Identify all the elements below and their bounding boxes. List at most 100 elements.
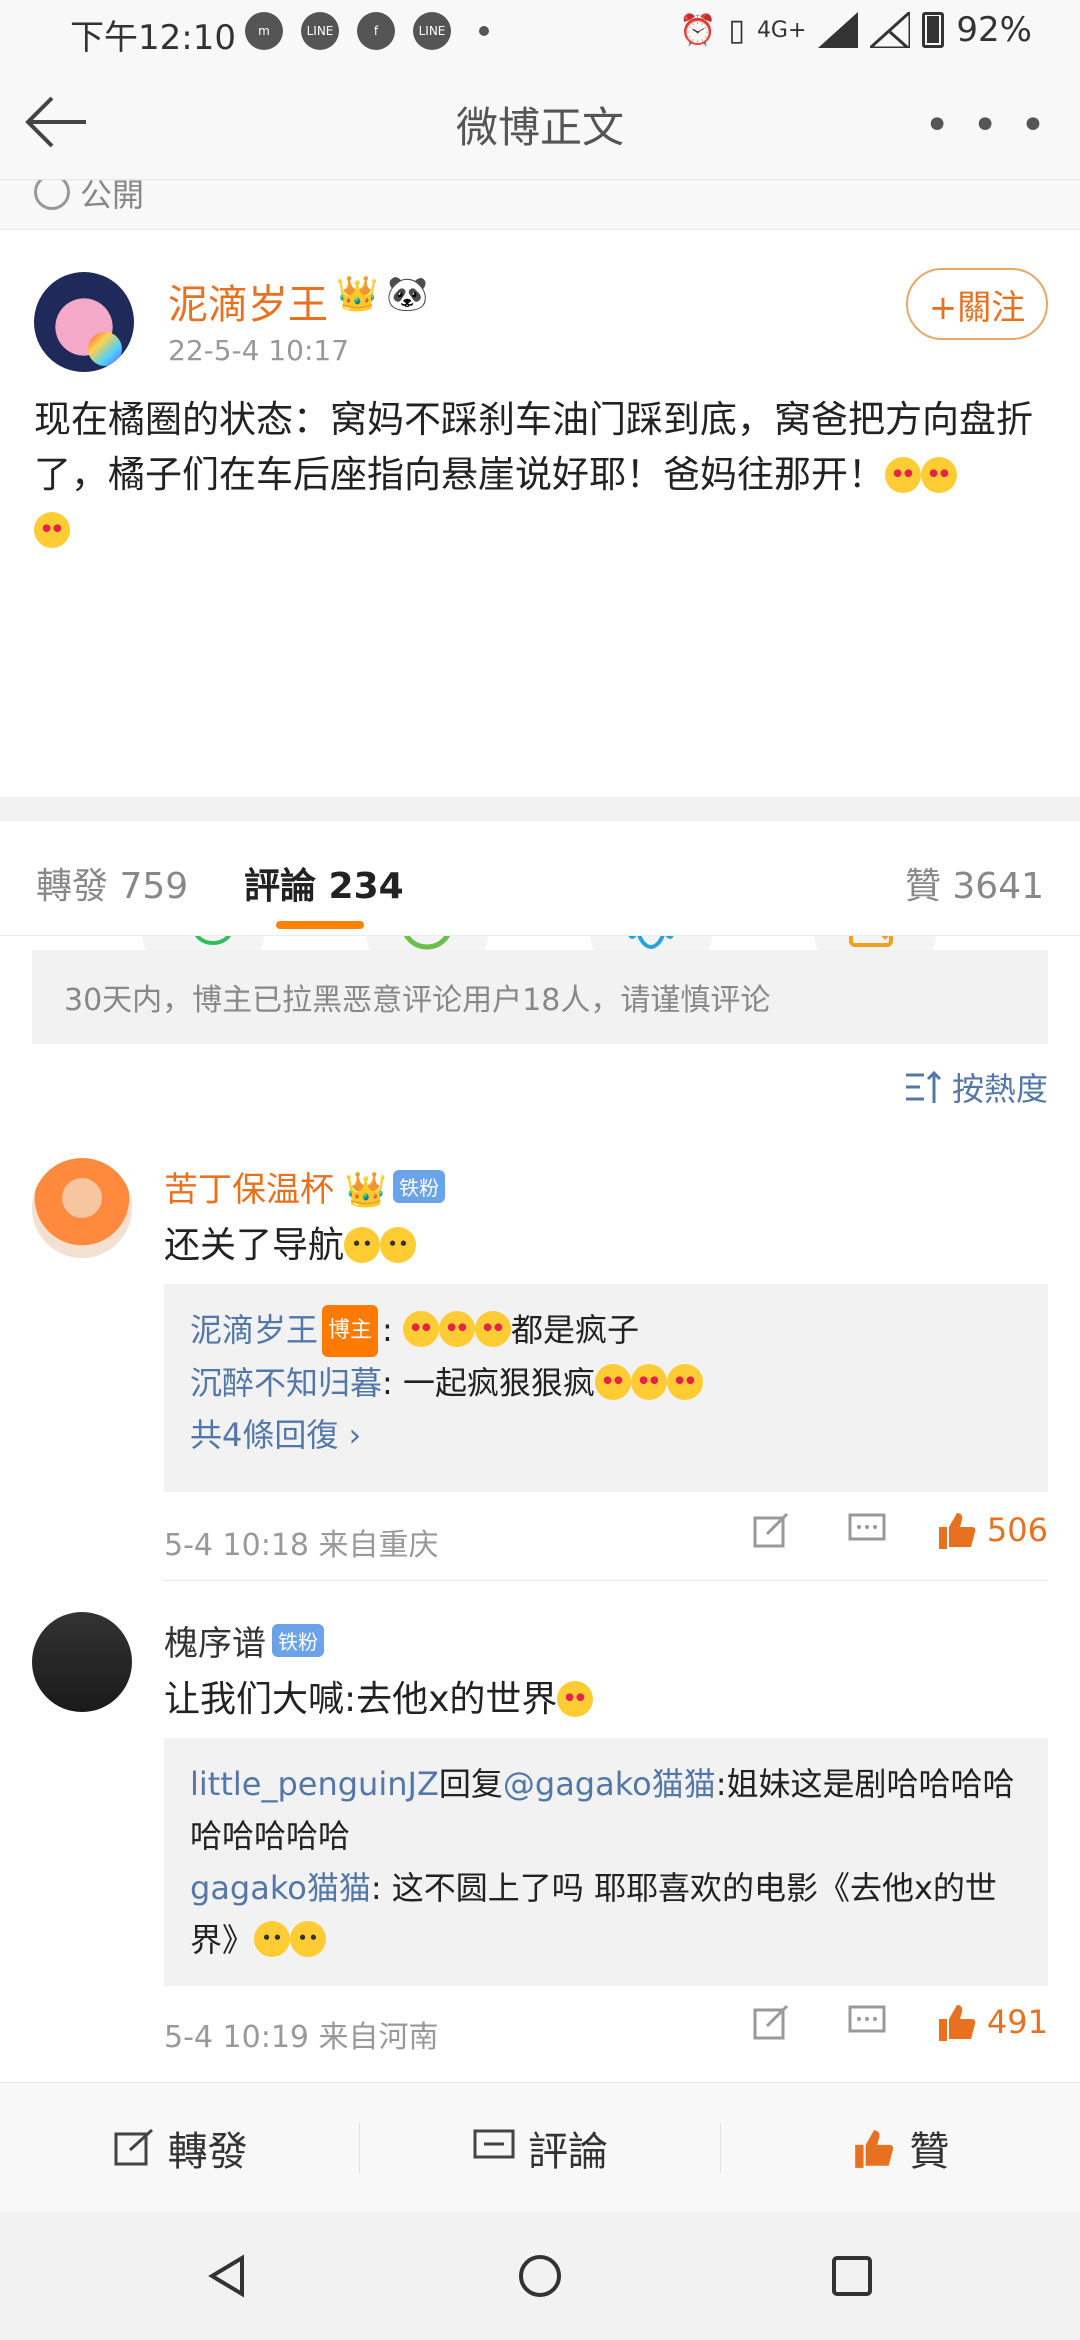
repost-comment-button[interactable] bbox=[743, 2002, 799, 2042]
commenter-name[interactable]: 槐序谱 铁粉 bbox=[164, 1616, 324, 1665]
comment-icon bbox=[473, 2129, 515, 2158]
signal-no-data-icon bbox=[870, 12, 911, 48]
heart-eyes-emoji bbox=[34, 512, 70, 548]
battery-level: 92% bbox=[956, 10, 1032, 50]
page-title: 微博正文 bbox=[455, 103, 624, 152]
repost-icon bbox=[114, 2128, 153, 2165]
fan-badge: 铁粉 bbox=[393, 1170, 446, 1203]
more-icon[interactable]: • • • bbox=[924, 100, 1050, 151]
comment-text: 还关了导航 bbox=[164, 1216, 417, 1268]
sweat-emoji bbox=[344, 1227, 381, 1263]
post-time: 22-5-4 10:17 bbox=[168, 334, 350, 367]
author-avatar[interactable] bbox=[34, 272, 134, 372]
home-circle-icon[interactable] bbox=[516, 2252, 564, 2300]
thumbs-up-icon bbox=[938, 2005, 976, 2041]
sort-icon bbox=[905, 1070, 942, 1103]
host-badge: 博主 bbox=[322, 1305, 379, 1357]
reply-line: little_penguinJZ回复@gagako猫猫:姐妹这是剧哈哈哈哈哈哈哈… bbox=[190, 1765, 1015, 1855]
status-time: 下午12:10 bbox=[70, 18, 236, 58]
commenter-avatar[interactable] bbox=[32, 1612, 132, 1712]
sweat-emoji bbox=[290, 1921, 327, 1957]
status-bar: 下午12:10 m LINE f LINE ⏰ ▯ 4G+ 92% bbox=[0, 0, 1080, 64]
like-comment-button[interactable]: 506 bbox=[935, 1510, 1048, 1550]
more-replies-link[interactable]: 共4條回復 › bbox=[190, 1409, 1022, 1461]
signal-icon bbox=[818, 12, 859, 48]
reply-box[interactable]: little_penguinJZ回复@gagako猫猫:姐妹这是剧哈哈哈哈哈哈哈… bbox=[164, 1738, 1048, 1986]
repost-icon bbox=[753, 1512, 788, 1548]
weibo-post: 泥滴岁王 👑 🐼 22-5-4 10:17 +關注 现在橘圈的状态：窝妈不踩刹车… bbox=[0, 232, 1080, 986]
author-badges: 👑 🐼 bbox=[336, 274, 429, 314]
follow-button[interactable]: +關注 bbox=[906, 268, 1048, 340]
panda-icon: 🐼 bbox=[386, 274, 429, 314]
facebook-icon: f bbox=[357, 12, 395, 50]
repost-button[interactable]: 轉發 bbox=[0, 2122, 361, 2175]
commenter-name[interactable]: 苦丁保温杯 👑 铁粉 bbox=[164, 1162, 446, 1211]
line-icon: LINE bbox=[301, 12, 339, 50]
sweat-emoji bbox=[254, 1921, 291, 1957]
visibility-label: 公開 bbox=[80, 180, 145, 214]
tab-reposts[interactable]: 轉發 759 bbox=[36, 857, 188, 909]
sweat-emoji bbox=[380, 1227, 417, 1263]
system-navigation-bar bbox=[0, 2212, 1080, 2340]
comment-meta: 5-4 10:18 来自重庆 bbox=[164, 1528, 439, 1563]
thumbs-up-icon bbox=[938, 1513, 976, 1549]
author-name[interactable]: 泥滴岁王 bbox=[168, 272, 328, 330]
comment-actions: 506 bbox=[703, 1510, 1048, 1550]
reply-comment-button[interactable] bbox=[839, 2002, 895, 2042]
visibility-strip: 公開 bbox=[0, 180, 1080, 230]
crown-icon: 👑 bbox=[336, 274, 379, 314]
reply-comment-button[interactable] bbox=[839, 1510, 895, 1550]
recents-square-icon[interactable] bbox=[828, 2252, 876, 2300]
sort-label: 按熱度 bbox=[951, 1070, 1048, 1108]
heart-eyes-emoji bbox=[402, 1311, 439, 1347]
bottom-action-bar: 轉發 評論 贊 bbox=[0, 2082, 1080, 2212]
post-tabs: 轉發 759 評論 234 贊 3641 bbox=[0, 821, 1080, 936]
comment-notice: 30天内，博主已拉黑恶意评论用户18人，请谨慎评论 bbox=[32, 950, 1048, 1044]
post-body: 现在橘圈的状态：窝妈不踩刹车油门踩到底，窝爸把方向盘折了，橘子们在车后座指向悬崖… bbox=[34, 398, 1033, 496]
heart-eyes-emoji bbox=[474, 1311, 511, 1347]
heart-eyes-emoji bbox=[666, 1364, 703, 1400]
comment-text: 让我们大喊:去他x的世界 bbox=[164, 1670, 594, 1722]
section-gap bbox=[0, 797, 1080, 821]
commenter-avatar[interactable] bbox=[32, 1158, 132, 1258]
reply-line: 泥滴岁王 博主: 都是疯子 bbox=[190, 1304, 1022, 1357]
battery-icon bbox=[922, 12, 945, 48]
reply-line: 沉醉不知归暮: 一起疯狠狠疯 bbox=[190, 1357, 1022, 1409]
like-button[interactable]: 贊 bbox=[721, 2123, 1080, 2175]
comment-actions: 491 bbox=[703, 2002, 1048, 2042]
tab-comments[interactable]: 評論 234 bbox=[244, 857, 404, 909]
status-right: ⏰ ▯ 4G+ 92% bbox=[679, 10, 1032, 50]
comment-divider bbox=[164, 1580, 1048, 1581]
heart-eyes-emoji bbox=[921, 457, 957, 493]
like-comment-button[interactable]: 491 bbox=[935, 2002, 1048, 2042]
more-notifications-icon bbox=[479, 26, 489, 36]
active-tab-indicator bbox=[276, 921, 364, 929]
nav-bar: 微博正文 • • • bbox=[0, 64, 1080, 180]
thumbs-up-icon bbox=[855, 2129, 894, 2168]
crown-icon: 👑 bbox=[344, 1170, 388, 1210]
reply-box[interactable]: 泥滴岁王 博主: 都是疯子 沉醉不知归暮: 一起疯狠狠疯 共4條回復 › bbox=[164, 1284, 1048, 1492]
like-count: 506 bbox=[986, 1511, 1048, 1549]
post-text: 现在橘圈的状态：窝妈不踩刹车油门踩到底，窝爸把方向盘折了，橘子们在车后座指向悬崖… bbox=[34, 392, 1050, 557]
repost-comment-button[interactable] bbox=[743, 1510, 799, 1550]
heart-eyes-emoji bbox=[630, 1364, 667, 1400]
fan-badge: 铁粉 bbox=[272, 1624, 324, 1657]
comment-meta: 5-4 10:19 来自河南 bbox=[164, 2020, 439, 2055]
notification-icons: m LINE f LINE bbox=[245, 12, 489, 50]
repost-icon bbox=[753, 2004, 788, 2040]
globe-icon bbox=[34, 180, 70, 210]
sort-button[interactable]: 按熱度 bbox=[904, 1064, 1048, 1110]
heart-eyes-emoji bbox=[885, 457, 921, 493]
reply-line: gagako猫猫: 这不圆上了吗 耶耶喜欢的电影《去他x的世界》 bbox=[190, 1869, 997, 1959]
comment-icon bbox=[848, 1513, 886, 1541]
line-icon: LINE bbox=[413, 12, 451, 50]
network-type: 4G+ bbox=[756, 17, 807, 43]
comment-button[interactable]: 評論 bbox=[360, 2122, 721, 2175]
tab-likes[interactable]: 贊 3641 bbox=[905, 857, 1044, 909]
heart-eyes-emoji bbox=[594, 1364, 631, 1400]
thinking-emoji bbox=[557, 1681, 594, 1717]
like-count: 491 bbox=[986, 2003, 1048, 2041]
back-triangle-icon[interactable] bbox=[204, 2252, 252, 2300]
comment-icon bbox=[848, 2005, 886, 2033]
alarm-icon: ⏰ bbox=[679, 12, 717, 48]
